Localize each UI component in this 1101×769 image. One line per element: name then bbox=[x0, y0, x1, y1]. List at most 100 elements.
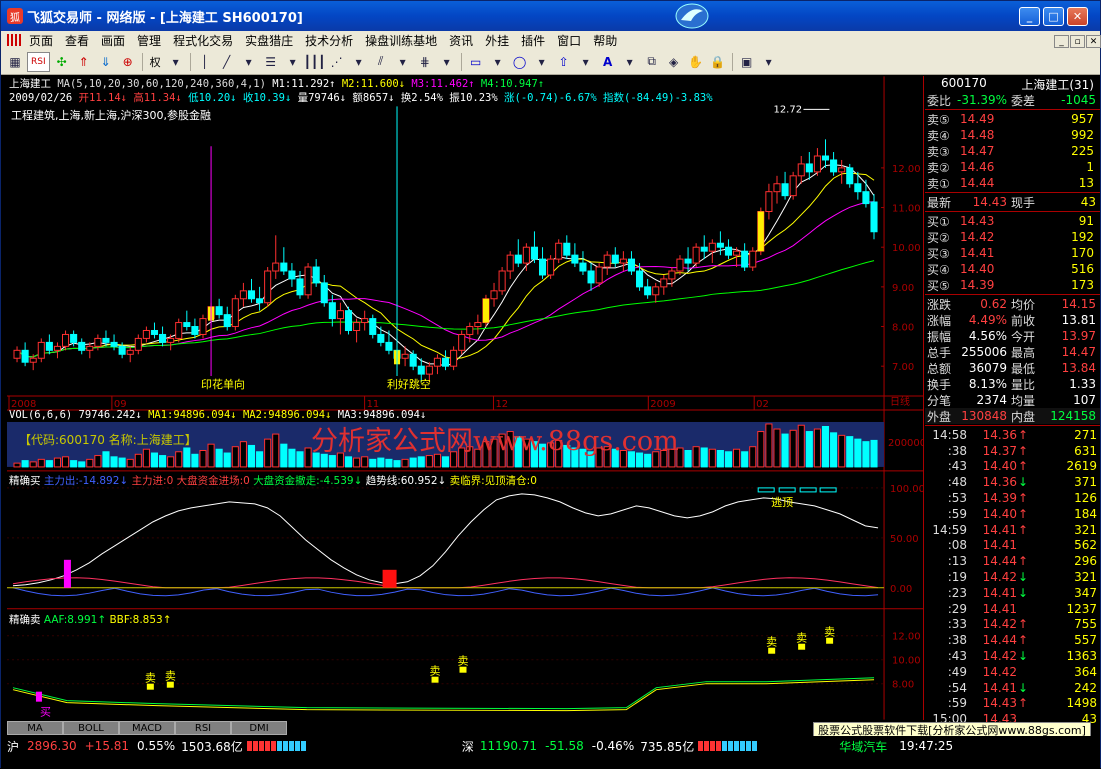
outer-value: 130848 bbox=[961, 409, 1007, 423]
save-icon[interactable]: ▣ bbox=[737, 52, 757, 72]
tab-macd[interactable]: MACD bbox=[119, 721, 175, 735]
menu-help[interactable]: 帮助 bbox=[587, 32, 623, 49]
chevron-down-icon[interactable]: ▾ bbox=[349, 52, 369, 72]
arrow-up-icon[interactable]: ⇑ bbox=[74, 52, 94, 72]
lock-icon[interactable]: 🔒 bbox=[708, 52, 728, 72]
candle-body bbox=[692, 246, 700, 264]
order-level: 买② bbox=[927, 230, 950, 245]
chevron-down-icon[interactable]: ▾ bbox=[759, 52, 779, 72]
tab-dmi[interactable]: DMI bbox=[231, 721, 287, 735]
eraser-icon[interactable]: ◈ bbox=[664, 52, 684, 72]
chevron-down-icon[interactable]: ▾ bbox=[166, 52, 186, 72]
ellipse-icon[interactable]: ◯ bbox=[510, 52, 530, 72]
buy-order-row[interactable]: 买③ 14.41 170 bbox=[925, 245, 1100, 261]
menu-live-hunt[interactable]: 实盘猎庄 bbox=[239, 32, 299, 49]
tab-ma[interactable]: MA bbox=[7, 721, 63, 735]
signal-candle bbox=[757, 211, 764, 252]
tab-boll[interactable]: BOLL bbox=[63, 721, 119, 735]
copy-icon[interactable]: ⧉ bbox=[642, 52, 662, 72]
close-button[interactable]: ✕ bbox=[1067, 7, 1088, 26]
sh-pct: 0.55% bbox=[137, 739, 176, 753]
mdi-minimize-button[interactable]: _ bbox=[1054, 35, 1069, 48]
sh-change: +15.81 bbox=[84, 739, 130, 753]
status-stock[interactable]: 华域汽车 bbox=[839, 738, 887, 755]
title-bar[interactable]: 狐 飞狐交易师 - 网络版 - [上海建工 SH600170] bbox=[1, 1, 1100, 31]
tick-time: :13 bbox=[947, 554, 967, 569]
sell-order-row[interactable]: 卖④ 14.48 992 bbox=[925, 127, 1100, 143]
candle-body bbox=[466, 326, 474, 335]
menu-news[interactable]: 资讯 bbox=[443, 32, 479, 49]
chevron-down-icon[interactable]: ▾ bbox=[437, 52, 457, 72]
crosshair-icon[interactable]: ✣ bbox=[52, 52, 72, 72]
sell-order-row[interactable]: 卖① 14.44 13 bbox=[925, 175, 1100, 191]
quan-dropdown[interactable]: 权 bbox=[147, 52, 164, 72]
sz-amount: 735.85亿 bbox=[640, 739, 695, 754]
tick-list[interactable]: 14:58 14.36 ↑ 271:38 14.37 ↑ 631:43 14.40 ↑ 2619:… bbox=[925, 427, 1100, 727]
menu-window[interactable]: 窗口 bbox=[551, 32, 587, 49]
hand-icon[interactable]: ✋ bbox=[686, 52, 706, 72]
menu-screen[interactable]: 画面 bbox=[95, 32, 131, 49]
menu-external[interactable]: 外挂 bbox=[479, 32, 515, 49]
menu-plugins[interactable]: 插件 bbox=[515, 32, 551, 49]
sz-pct: -0.46% bbox=[591, 739, 635, 753]
menu-manage[interactable]: 管理 bbox=[131, 32, 167, 49]
chevron-down-icon[interactable]: ▾ bbox=[283, 52, 303, 72]
rsi-button[interactable]: RSI bbox=[27, 51, 50, 72]
status-bar: 沪 2896.30 +15.81 0.55% 1503.68亿 深 11190.… bbox=[1, 736, 1100, 769]
stat-key: 均量 bbox=[1011, 393, 1036, 408]
chevron-down-icon[interactable]: ▾ bbox=[239, 52, 259, 72]
period-lines-icon[interactable]: ┃┃┃ bbox=[304, 52, 326, 72]
grid-icon[interactable]: ▦ bbox=[5, 52, 25, 72]
candle-body bbox=[377, 333, 385, 343]
zoom-icon[interactable]: ⊕ bbox=[118, 52, 138, 72]
chevron-down-icon[interactable]: ▾ bbox=[488, 52, 508, 72]
volume-bar bbox=[183, 447, 191, 468]
tab-rsi[interactable]: RSI bbox=[175, 721, 231, 735]
channel-icon[interactable]: ☰ bbox=[261, 52, 281, 72]
mdi-close-button[interactable]: ✕ bbox=[1086, 35, 1101, 48]
vertical-line-icon[interactable]: │ bbox=[195, 52, 215, 72]
candle-body bbox=[312, 266, 320, 284]
chevron-down-icon[interactable]: ▾ bbox=[532, 52, 552, 72]
document-icon[interactable] bbox=[7, 34, 21, 46]
candle-body bbox=[417, 365, 425, 375]
candle-body bbox=[530, 246, 538, 260]
chevron-down-icon[interactable]: ▾ bbox=[393, 52, 413, 72]
buy-order-row[interactable]: 买① 14.43 91 bbox=[925, 213, 1100, 229]
chevron-down-icon[interactable]: ▾ bbox=[620, 52, 640, 72]
mdi-restore-button[interactable]: ▫ bbox=[1070, 35, 1085, 48]
sell-order-row[interactable]: 卖③ 14.47 225 bbox=[925, 143, 1100, 159]
candle-body bbox=[862, 191, 870, 205]
fan-lines-icon[interactable]: ⋰ bbox=[327, 52, 347, 72]
ma-m1: M1:11.292↑ bbox=[272, 78, 336, 90]
gann-icon[interactable]: ⫽ bbox=[371, 52, 391, 72]
menu-training[interactable]: 操盘训练基地 bbox=[359, 32, 443, 49]
minimize-button[interactable]: _ bbox=[1019, 7, 1040, 26]
buy-order-row[interactable]: 买④ 14.40 516 bbox=[925, 261, 1100, 277]
text-tool-icon[interactable]: A bbox=[598, 52, 618, 72]
maximize-button[interactable]: □ bbox=[1043, 7, 1064, 26]
volume-bar bbox=[684, 450, 692, 468]
menu-program-trading[interactable]: 程式化交易 bbox=[167, 32, 239, 49]
ohlc-low: 低10.20↓ bbox=[188, 92, 237, 104]
trend-line-icon[interactable]: ╱ bbox=[217, 52, 237, 72]
menu-tech-analysis[interactable]: 技术分析 bbox=[299, 32, 359, 49]
menu-page[interactable]: 页面 bbox=[23, 32, 59, 49]
buy-order-row[interactable]: 买② 14.42 192 bbox=[925, 229, 1100, 245]
ohlc-amount: 额8657↓ bbox=[352, 92, 395, 104]
up-arrow-draw-icon[interactable]: ⇧ bbox=[554, 52, 574, 72]
order-price: 14.47 bbox=[960, 144, 995, 158]
volume-bar bbox=[118, 457, 126, 468]
tick-volume: 2619 bbox=[1066, 459, 1097, 474]
menu-view[interactable]: 查看 bbox=[59, 32, 95, 49]
tick-arrow: ↑ bbox=[1017, 506, 1029, 521]
app-window: 狐 飞狐交易师 - 网络版 - [上海建工 SH600170] _ □ ✕ 页面… bbox=[0, 0, 1101, 769]
parallel-icon[interactable]: ⋕ bbox=[415, 52, 435, 72]
volume-bar bbox=[385, 458, 393, 468]
buy-order-row[interactable]: 买⑤ 14.39 173 bbox=[925, 277, 1100, 293]
arrow-down-icon[interactable]: ⇓ bbox=[96, 52, 116, 72]
chevron-down-icon[interactable]: ▾ bbox=[576, 52, 596, 72]
sell-order-row[interactable]: 卖② 14.46 1 bbox=[925, 159, 1100, 175]
rectangle-icon[interactable]: ▭ bbox=[466, 52, 486, 72]
sell-order-row[interactable]: 卖⑤ 14.49 957 bbox=[925, 111, 1100, 127]
